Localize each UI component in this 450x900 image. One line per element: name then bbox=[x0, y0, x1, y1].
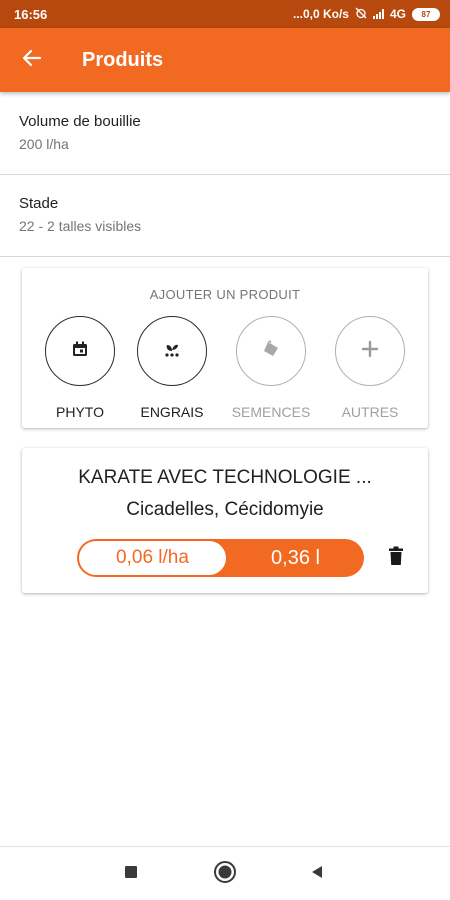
delete-product-button[interactable] bbox=[382, 544, 410, 572]
category-semences-button[interactable]: SEMENCES bbox=[226, 316, 316, 420]
product-targets: Cicadelles, Cécidomyie bbox=[126, 499, 324, 520]
stage-label: Stade bbox=[19, 195, 59, 212]
category-semences-label: SEMENCES bbox=[231, 404, 311, 420]
category-engrais-label: ENGRAIS bbox=[140, 404, 204, 420]
signal-icon bbox=[372, 9, 384, 19]
app-bar: Produits bbox=[0, 28, 450, 92]
square-icon bbox=[124, 865, 138, 884]
add-product-title: AJOUTER UN PRODUIT bbox=[149, 287, 301, 302]
battery-icon: 87 bbox=[412, 7, 440, 21]
product-card[interactable]: KARATE AVEC TECHNOLOGIE ... Cicadelles, … bbox=[22, 448, 428, 593]
volume-value: 200 l/ha bbox=[19, 136, 69, 152]
add-product-card: AJOUTER UN PRODUIT PHYTO ENGRAIS SEMENCE… bbox=[22, 268, 428, 428]
product-name: KARATE AVEC TECHNOLOGIE ... bbox=[78, 467, 372, 488]
category-phyto-label: PHYTO bbox=[56, 404, 104, 420]
system-nav-bar bbox=[0, 846, 450, 900]
recents-button[interactable] bbox=[117, 860, 145, 888]
page-title: Produits bbox=[82, 48, 164, 71]
seed-bag-icon bbox=[261, 339, 281, 364]
status-indicators: ...0,0 Ko/s 4G 87 bbox=[293, 7, 440, 22]
category-phyto-button[interactable]: PHYTO bbox=[35, 316, 125, 420]
volume-label: Volume de bouillie bbox=[19, 113, 141, 130]
dose-total-value: 0,36 l bbox=[271, 546, 320, 569]
calendar-icon bbox=[70, 339, 90, 364]
dose-rate-input[interactable]: 0,06 l/ha bbox=[79, 541, 226, 575]
arrow-left-icon bbox=[22, 48, 42, 73]
category-engrais-button[interactable]: ENGRAIS bbox=[127, 316, 217, 420]
trash-icon bbox=[388, 546, 404, 571]
volume-row[interactable]: Volume de bouillie 200 l/ha bbox=[0, 93, 450, 175]
alarm-off-icon bbox=[355, 7, 367, 22]
circle-icon bbox=[213, 860, 237, 889]
back-button[interactable] bbox=[0, 28, 64, 92]
dose-control: 0,06 l/ha 0,36 l bbox=[77, 539, 364, 577]
category-autres-label: AUTRES bbox=[341, 404, 399, 420]
plus-icon bbox=[360, 339, 380, 364]
back-nav-button[interactable] bbox=[303, 860, 331, 888]
triangle-back-icon bbox=[309, 864, 325, 885]
category-autres-button[interactable]: AUTRES bbox=[325, 316, 415, 420]
stage-value: 22 - 2 talles visibles bbox=[19, 218, 142, 234]
status-time: 16:56 bbox=[14, 6, 48, 22]
network-type: 4G bbox=[389, 7, 406, 21]
stage-row[interactable]: Stade 22 - 2 talles visibles bbox=[0, 175, 450, 257]
network-speed: ...0,0 Ko/s bbox=[292, 7, 349, 21]
status-bar: 16:56 ...0,0 Ko/s 4G 87 bbox=[0, 0, 450, 28]
home-button[interactable] bbox=[211, 860, 239, 888]
sprout-icon bbox=[161, 338, 183, 365]
